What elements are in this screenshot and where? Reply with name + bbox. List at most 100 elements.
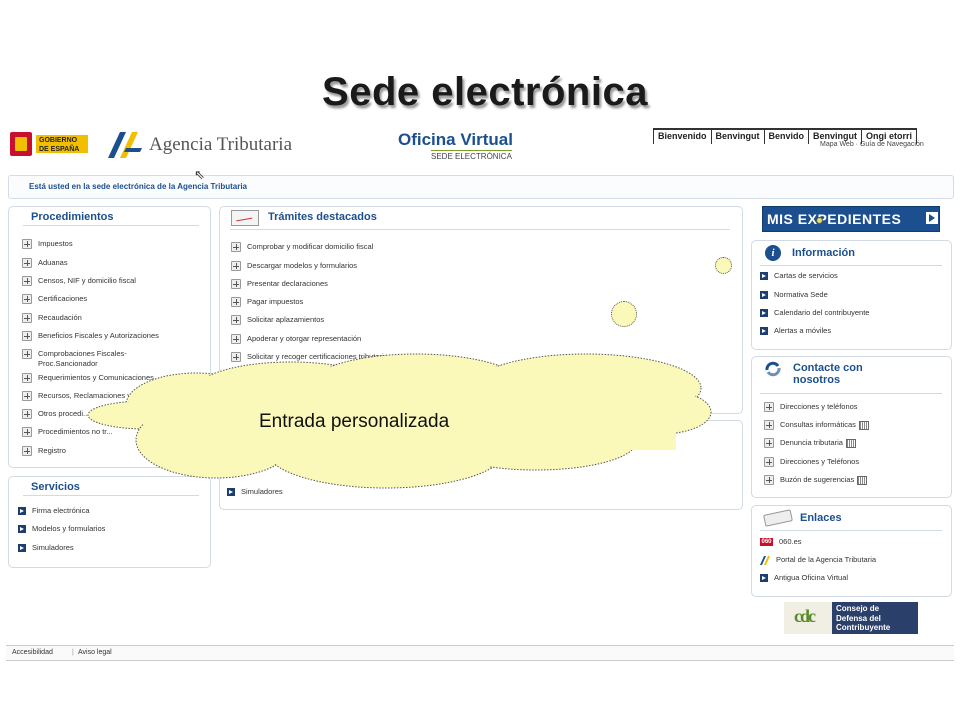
cdc-logo: cdc xyxy=(784,602,832,634)
agencia-tributaria-text: Agencia Tributaria xyxy=(149,134,293,155)
proc-item-beneficios[interactable]: Beneficios Fiscales y Autorizaciones xyxy=(22,331,159,342)
proc-item-otros[interactable]: Otros procedi... xyxy=(22,409,89,420)
expand-icon xyxy=(231,315,241,326)
consejo-text: Consejo de Defensa del Contribuyente xyxy=(836,604,891,632)
expand-icon xyxy=(22,427,32,438)
contacte-direcciones[interactable]: Direcciones y teléfonos xyxy=(764,402,858,413)
contacte-title: Contacte con nosotros xyxy=(793,362,863,386)
external-link-icon xyxy=(857,475,868,485)
expand-icon xyxy=(231,297,241,308)
external-link-icon xyxy=(858,420,869,430)
expand-icon xyxy=(22,349,32,360)
agencia-tributaria-icon xyxy=(108,132,142,158)
expand-icon xyxy=(764,457,774,468)
expand-icon xyxy=(22,331,32,342)
mis-expedientes-button[interactable]: MIS EXPEDIENTES xyxy=(762,206,940,232)
expand-icon xyxy=(22,294,32,305)
expand-icon xyxy=(231,279,241,290)
servicio-modelos[interactable]: Modelos y formularios xyxy=(18,524,105,534)
arrow-icon xyxy=(760,574,768,583)
proc-item-censos[interactable]: Censos, NIF y domicilio fiscal xyxy=(22,276,136,287)
oficina-virtual-title[interactable]: Oficina Virtual xyxy=(398,130,513,150)
sede-notice-bar: Está usted en la sede electrónica de la … xyxy=(8,175,954,199)
tramite-descargar[interactable]: Descargar modelos y formularios xyxy=(231,261,357,272)
expand-icon xyxy=(764,402,774,413)
proc-item-impuestos[interactable]: Impuestos xyxy=(22,239,73,250)
proc-item-certificaciones[interactable]: Certificaciones xyxy=(22,294,87,305)
tramite-aplazamientos[interactable]: Solicitar aplazamientos xyxy=(231,315,324,326)
arrow-icon xyxy=(18,525,26,534)
expand-icon xyxy=(22,258,32,269)
gobierno-text: GOBIERNO DE ESPAÑA xyxy=(36,135,88,153)
proc-item-registro[interactable]: Registro xyxy=(22,446,66,457)
tramites-title: Trámites destacados xyxy=(268,211,377,223)
consejo-defensa-banner[interactable]: cdc Consejo de Defensa del Contribuyente xyxy=(784,602,918,634)
informacion-title: Información xyxy=(792,247,855,259)
lang-catala[interactable]: Benvingut xyxy=(711,130,765,144)
footer-accesibilidad[interactable]: Accesibilidad xyxy=(12,649,53,656)
contacte-direcciones-telefonos[interactable]: Direcciones y Teléfonos xyxy=(764,457,859,468)
contacte-denuncia[interactable]: Denuncia tributaria xyxy=(764,438,856,449)
procedimientos-title: Procedimientos xyxy=(31,211,114,223)
enlace-060[interactable]: 060 060.es xyxy=(760,537,802,547)
agencia-tributaria-logo[interactable]: Agencia Tributaria xyxy=(106,130,326,160)
sede-notice-text: Está usted en la sede electrónica de la … xyxy=(29,182,248,191)
tramite-presentar[interactable]: Presentar declaraciones xyxy=(231,279,328,290)
callout-bubble-medium xyxy=(611,301,637,327)
top-links[interactable]: Mapa Web · Guía de Navegación xyxy=(820,141,924,148)
highlight-dot xyxy=(816,217,823,224)
enlace-portal[interactable]: Portal de la Agencia Tributaria xyxy=(760,555,876,565)
enlaces-title: Enlaces xyxy=(800,512,842,524)
arrow-right-icon xyxy=(926,212,938,224)
gobierno-logo[interactable]: GOBIERNO DE ESPAÑA xyxy=(8,130,100,158)
arrow-icon xyxy=(18,507,26,516)
lang-galego[interactable]: Benvido xyxy=(764,130,810,144)
arrow-icon xyxy=(760,291,768,300)
callout-bubble-small xyxy=(715,257,732,274)
servicios-title: Servicios xyxy=(31,481,80,493)
proc-item-aduanas[interactable]: Aduanas xyxy=(22,258,68,269)
expand-icon xyxy=(22,276,32,287)
tramite-domicilio[interactable]: Comprobar y modificar domicilio fiscal xyxy=(231,242,373,253)
enlace-antigua[interactable]: Antigua Oficina Virtual xyxy=(760,573,848,583)
spain-shield-icon xyxy=(10,132,32,156)
info-cartas[interactable]: Cartas de servicios xyxy=(760,271,838,281)
expand-icon xyxy=(231,261,241,272)
expand-icon xyxy=(764,420,774,431)
agencia-tributaria-mini-icon xyxy=(760,555,770,565)
arrow-icon xyxy=(760,309,768,318)
tramites-icon xyxy=(231,210,259,226)
arrow-icon xyxy=(760,327,768,336)
contact-refresh-icon xyxy=(765,361,781,377)
footer-separator: | xyxy=(72,649,74,656)
info-normativa[interactable]: Normativa Sede xyxy=(760,290,828,300)
expand-icon xyxy=(22,313,32,324)
expand-icon xyxy=(22,373,32,384)
expand-icon xyxy=(764,475,774,486)
lang-castellano[interactable]: Bienvenido xyxy=(653,130,712,144)
contacte-consultas[interactable]: Consultas informáticas xyxy=(764,420,869,431)
arrow-icon xyxy=(18,544,26,553)
sede-electronica-subtitle: SEDE ELECTRÓNICA xyxy=(431,150,512,161)
tramite-pagar[interactable]: Pagar impuestos xyxy=(231,297,303,308)
expand-icon xyxy=(22,391,32,402)
expand-icon xyxy=(22,409,32,420)
info-calendario[interactable]: Calendario del contribuyente xyxy=(760,308,869,318)
arrow-icon xyxy=(760,272,768,281)
servicio-firma[interactable]: Firma electrónica xyxy=(18,506,90,516)
expand-icon xyxy=(764,438,774,449)
callout-text: Entrada personalizada xyxy=(259,411,450,432)
expand-icon xyxy=(22,239,32,250)
contacte-buzon[interactable]: Buzón de sugerencias xyxy=(764,475,868,486)
proc-item-recaudacion[interactable]: Recaudación xyxy=(22,313,82,324)
footer-bar: Accesibilidad | Aviso legal xyxy=(6,645,954,661)
tramite-apoderar[interactable]: Apoderar y otorgar representación xyxy=(231,334,361,345)
mis-expedientes-label: MIS EXPEDIENTES xyxy=(767,211,902,227)
servicio-simuladores[interactable]: Simuladores xyxy=(18,543,74,553)
footer-aviso-legal[interactable]: Aviso legal xyxy=(78,649,112,656)
expand-icon xyxy=(231,242,241,253)
external-link-icon xyxy=(845,438,856,448)
expand-icon xyxy=(22,446,32,457)
info-alertas[interactable]: Alertas a móviles xyxy=(760,326,831,336)
060-logo-icon: 060 xyxy=(760,538,773,547)
